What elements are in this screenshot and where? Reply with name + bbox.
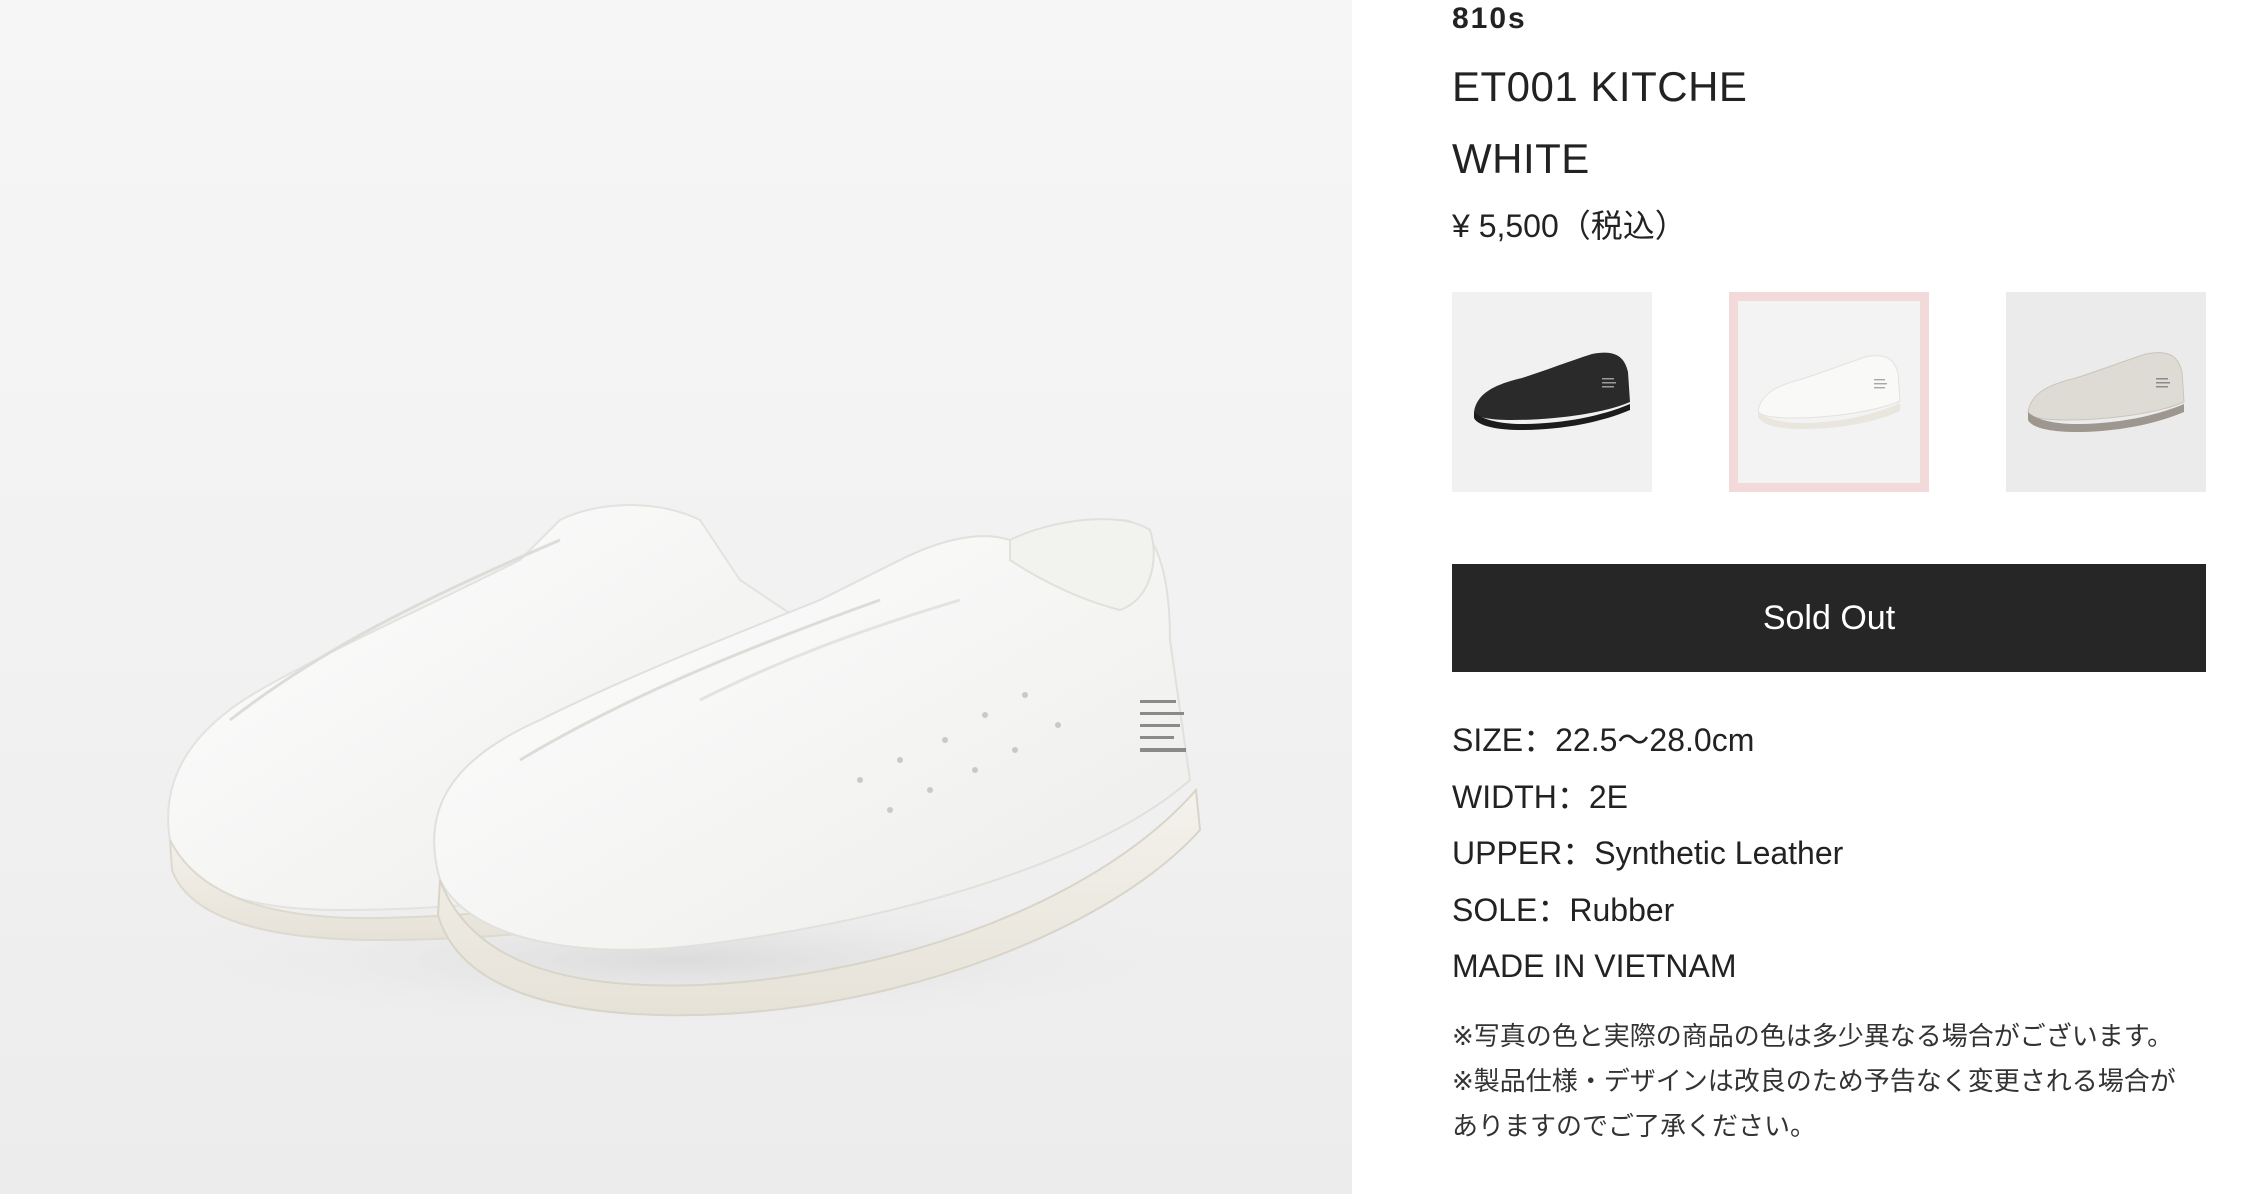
spec-size: SIZE：22.5〜28.0cm: [1452, 722, 1755, 758]
spec-origin: MADE IN VIETNAM: [1452, 948, 1737, 984]
note-line: ※製品仕様・デザインは改良のため予告なく変更される場合が: [1452, 1066, 2176, 1096]
swatch-white[interactable]: [1729, 292, 1929, 492]
product-specs: SIZE：22.5〜28.0cm WIDTH：2E UPPER：Syntheti…: [1452, 712, 1843, 995]
spec-upper: UPPER：Synthetic Leather: [1452, 835, 1844, 871]
swatch-black[interactable]: [1452, 292, 1652, 492]
product-color-name: WHITE: [1452, 135, 1590, 182]
product-page: 810s ET001 KITCHE WHITE ¥ 5,500（税込） Sold…: [0, 0, 2266, 1194]
spec-width: WIDTH：2E: [1452, 778, 1629, 815]
note-line: ありますのでご了承ください。: [1452, 1111, 1817, 1141]
black-sneaker-thumbnail: [1474, 352, 1630, 430]
product-price: ¥ 5,500（税込）: [1452, 208, 1687, 244]
spec-sole: SOLE：Rubber: [1452, 891, 1675, 928]
color-swatch-list: [1452, 292, 2206, 492]
product-main-image: [0, 0, 1352, 1194]
note-line: ※写真の色と実際の商品の色は多少異なる場合がございます。: [1452, 1021, 2174, 1051]
product-notes: ※写真の色と実際の商品の色は多少異なる場合がございます。 ※製品仕様・デザインは…: [1452, 1014, 2206, 1149]
brand-name: 810s: [1452, 2, 1527, 35]
product-name: ET001 KITCHE: [1452, 63, 1748, 110]
white-slip-on-sneaker-photo: [120, 504, 1240, 1030]
white-sneaker-thumbnail: [1757, 355, 1901, 429]
grey-sneaker-thumbnail: [2027, 352, 2185, 432]
sold-out-button[interactable]: Sold Out: [1452, 564, 2206, 672]
swatch-grey[interactable]: [2006, 292, 2206, 492]
